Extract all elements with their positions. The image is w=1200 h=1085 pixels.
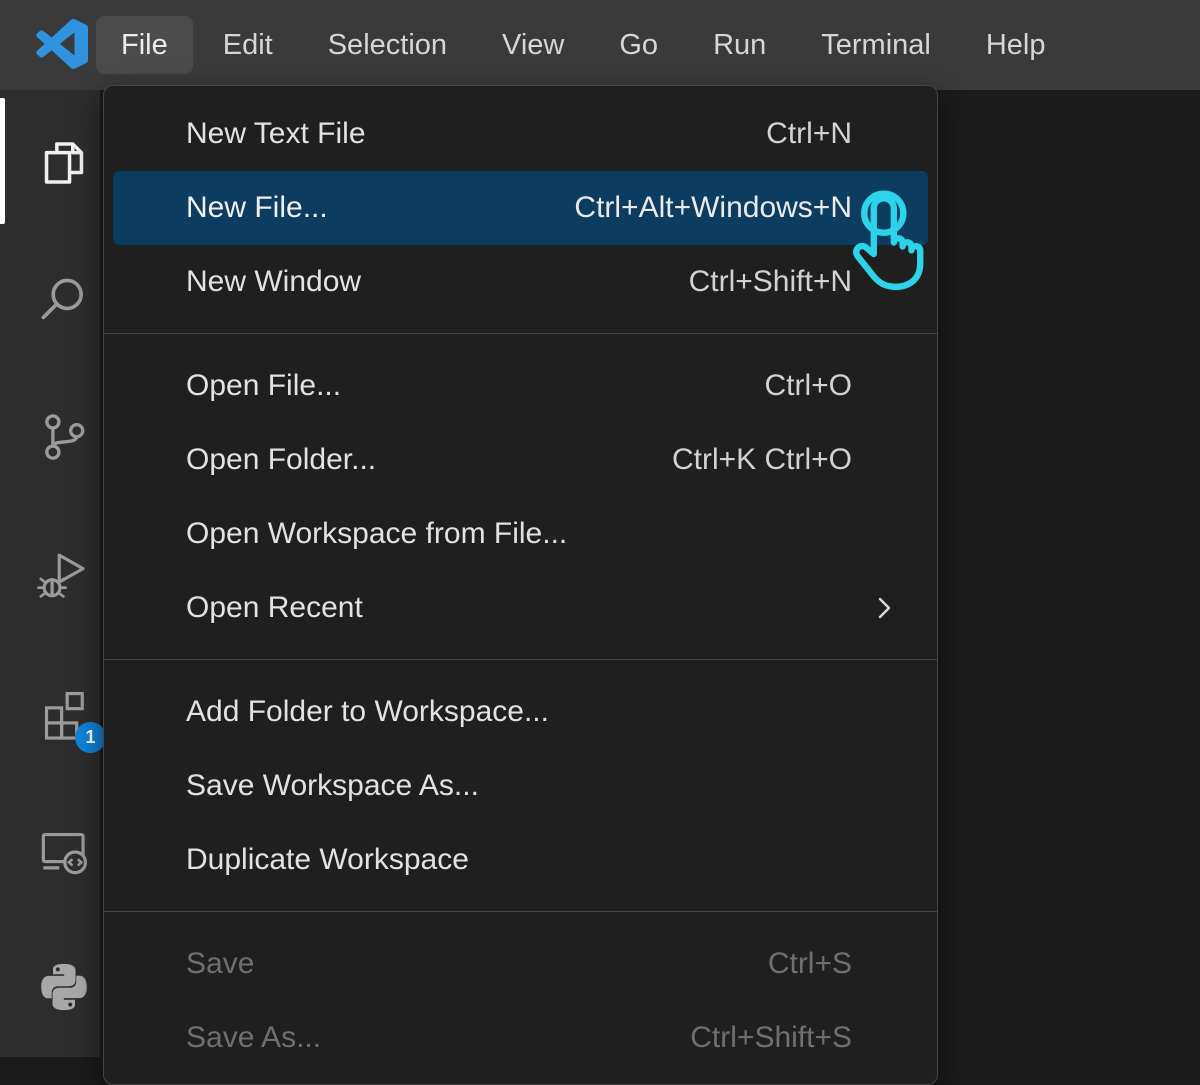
vscode-window: FileEditSelectionViewGoRunTerminalHelp 1…: [0, 0, 1200, 1057]
debug-icon: [37, 548, 91, 602]
extensions-badge: 1: [75, 722, 106, 753]
menu-item-label: Save As...: [186, 1021, 666, 1055]
menu-item-open-workspace-from-file[interactable]: Open Workspace from File...: [104, 497, 937, 571]
menubar-item-go[interactable]: Go: [594, 16, 683, 74]
menu-item-save-workspace-as[interactable]: Save Workspace As...: [104, 749, 937, 823]
menu-item-label: Open File...: [186, 369, 740, 403]
menu-item-new-window[interactable]: New Window Ctrl+Shift+N: [104, 245, 937, 319]
menubar-item-view[interactable]: View: [477, 16, 589, 74]
menu-item-shortcut: Ctrl+Alt+Windows+N: [574, 191, 852, 225]
python-icon: [37, 960, 91, 1014]
activity-bar-item-extensions[interactable]: 1: [30, 683, 98, 747]
tap-cursor-icon: [850, 190, 944, 300]
source-control-icon: [37, 410, 91, 464]
menu-item-label: Open Folder...: [186, 443, 648, 477]
menubar-item-run[interactable]: Run: [688, 16, 791, 74]
activity-bar-item-run-and-debug[interactable]: [30, 543, 98, 607]
menubar-item-edit[interactable]: Edit: [198, 16, 298, 74]
activity-bar-item-explorer[interactable]: [30, 131, 98, 195]
menu-item-label: New Window: [186, 265, 665, 299]
menubar-item-selection[interactable]: Selection: [303, 16, 472, 74]
menu-item-label: Duplicate Workspace: [186, 843, 852, 877]
search-icon: [37, 273, 91, 327]
menu-item-open-folder[interactable]: Open Folder... Ctrl+K Ctrl+O: [104, 423, 937, 497]
menu-item-label: New Text File: [186, 117, 742, 151]
activity-bar: 1: [0, 90, 100, 1057]
menubar-item-terminal[interactable]: Terminal: [796, 16, 956, 74]
vscode-logo-icon: [34, 18, 88, 72]
menu-item-add-folder-to-workspace[interactable]: Add Folder to Workspace...: [104, 675, 937, 749]
activity-bar-item-python[interactable]: [30, 955, 98, 1019]
menu-item-label: Save: [186, 947, 744, 981]
menu-bar: FileEditSelectionViewGoRunTerminalHelp: [96, 0, 1076, 90]
menu-separator: [104, 319, 937, 349]
menu-item-save-as: Save As... Ctrl+Shift+S: [104, 1001, 937, 1075]
menu-item-shortcut: Ctrl+S: [768, 947, 852, 981]
menu-item-label: New File...: [186, 191, 550, 225]
activity-bar-item-source-control[interactable]: [30, 405, 98, 469]
menu-item-open-file[interactable]: Open File... Ctrl+O: [104, 349, 937, 423]
activity-bar-item-remote-explorer[interactable]: [30, 820, 98, 884]
menubar-item-file[interactable]: File: [96, 16, 193, 74]
active-indicator: [0, 98, 5, 224]
menu-item-new-file[interactable]: New File... Ctrl+Alt+Windows+N: [113, 171, 928, 245]
remote-explorer-icon: [37, 825, 91, 879]
files-icon: [37, 136, 91, 190]
menu-item-duplicate-workspace[interactable]: Duplicate Workspace: [104, 823, 937, 897]
title-bar: FileEditSelectionViewGoRunTerminalHelp: [0, 0, 1200, 90]
menu-separator: [104, 897, 937, 927]
chevron-right-icon: [876, 594, 893, 622]
activity-bar-item-search[interactable]: [30, 268, 98, 332]
menu-item-shortcut: Ctrl+Shift+S: [690, 1021, 852, 1055]
file-menu: New Text File Ctrl+N New File... Ctrl+Alt+W…: [103, 85, 938, 1085]
menu-item-shortcut: Ctrl+K Ctrl+O: [672, 443, 852, 477]
menu-item-shortcut: Ctrl+O: [764, 369, 852, 403]
menubar-item-help[interactable]: Help: [961, 16, 1071, 74]
menu-item-new-text-file[interactable]: New Text File Ctrl+N: [104, 97, 937, 171]
menu-item-open-recent[interactable]: Open Recent: [104, 571, 937, 645]
menu-item-label: Add Folder to Workspace...: [186, 695, 852, 729]
menu-item-shortcut: Ctrl+N: [766, 117, 852, 151]
menu-item-shortcut: Ctrl+Shift+N: [689, 265, 852, 299]
menu-item-save: Save Ctrl+S: [104, 927, 937, 1001]
menu-item-label: Open Recent: [186, 591, 852, 625]
menu-item-label: Save Workspace As...: [186, 769, 852, 803]
menu-separator: [104, 645, 937, 675]
menu-item-label: Open Workspace from File...: [186, 517, 852, 551]
